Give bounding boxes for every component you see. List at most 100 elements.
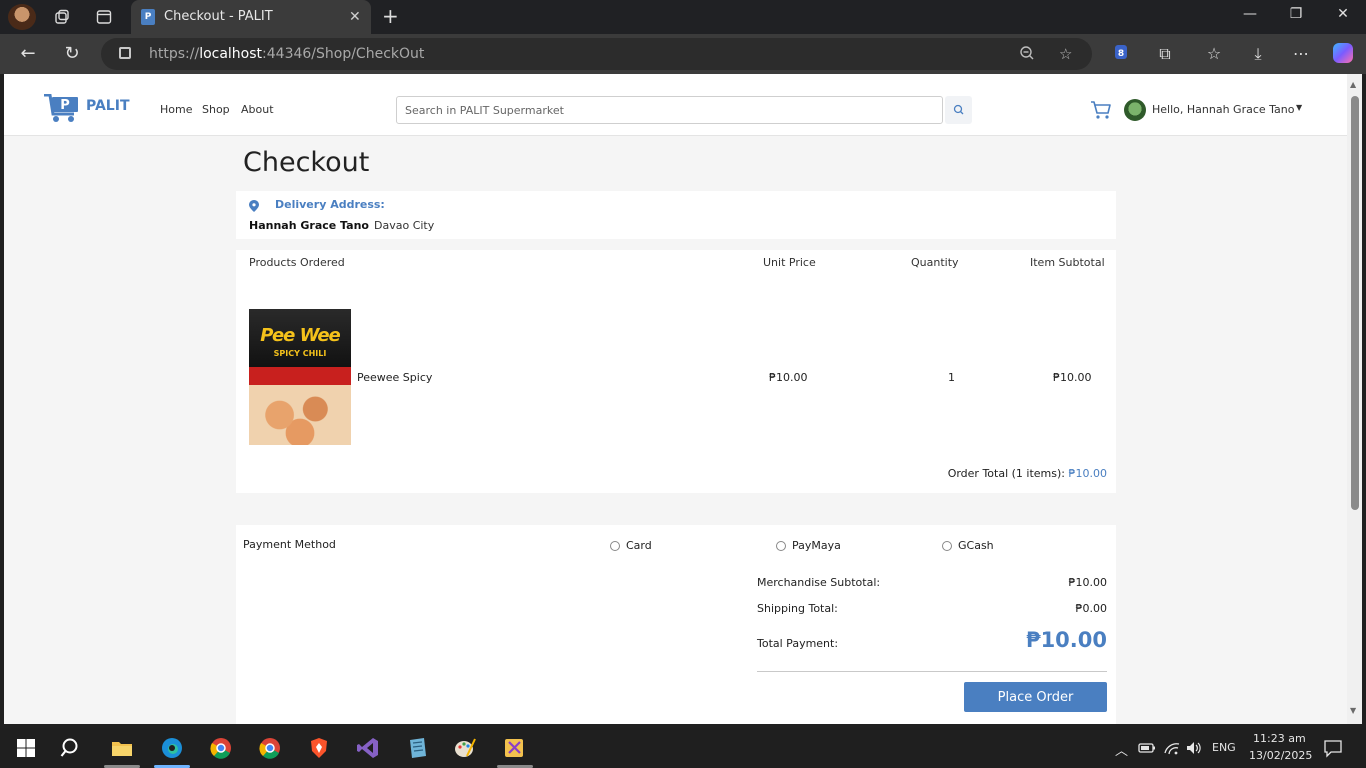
zoom-icon[interactable] [1019, 45, 1035, 65]
minimize-icon[interactable]: — [1239, 6, 1261, 22]
order-total-value: ₱10.00 [1068, 467, 1108, 480]
place-order-button[interactable]: Place Order [964, 682, 1107, 712]
tab-title: Checkout - PALIT [164, 9, 273, 24]
page-viewport: P PALIT Home Shop About Hello, Hannah Gr… [4, 74, 1347, 724]
site-header: P PALIT Home Shop About Hello, Hannah Gr… [4, 74, 1347, 136]
file-explorer-icon[interactable] [110, 736, 134, 760]
delivery-address-card: Delivery Address: Hannah Grace Tano Dava… [236, 191, 1116, 239]
search-taskbar-icon[interactable] [60, 736, 84, 760]
tab-close-icon[interactable]: ✕ [349, 9, 361, 25]
paint-app-icon[interactable] [453, 736, 477, 760]
clock-time[interactable]: 11:23 am [1253, 732, 1306, 745]
nav-link-about[interactable]: About [241, 103, 274, 116]
payment-option-card[interactable]: Card [610, 539, 652, 552]
product-unit-price: ₱10.00 [769, 371, 808, 384]
page-scrollbar[interactable]: ▲ ▼ [1347, 74, 1362, 724]
snipping-tool-icon[interactable] [503, 736, 527, 760]
nav-link-home[interactable]: Home [160, 103, 192, 116]
scroll-down-icon[interactable]: ▼ [1350, 706, 1356, 715]
lock-icon[interactable] [119, 47, 131, 59]
windows-taskbar: ︿ ENG 11:23 am 13/02/2025 [0, 728, 1366, 768]
scroll-up-icon[interactable]: ▲ [1350, 80, 1356, 89]
browser-profile-avatar[interactable] [8, 4, 36, 30]
package-brand-text: Pee Wee [260, 325, 341, 346]
payment-option-paymaya[interactable]: PayMaya [776, 539, 841, 552]
site-logo[interactable]: P PALIT [44, 90, 130, 130]
visual-studio-icon[interactable] [356, 736, 380, 760]
radio-card[interactable] [610, 540, 620, 551]
favorites-icon[interactable]: ☆ [1203, 44, 1225, 63]
chrome-icon[interactable] [209, 736, 233, 760]
clock-date[interactable]: 13/02/2025 [1249, 749, 1312, 762]
tab-favicon: P [141, 9, 155, 25]
payment-option-gcash[interactable]: GCash [942, 539, 994, 552]
nav-link-shop[interactable]: Shop [202, 103, 230, 116]
wifi-icon[interactable] [1163, 739, 1181, 757]
column-header-products: Products Ordered [249, 256, 345, 269]
copilot-icon[interactable] [1333, 43, 1353, 63]
column-header-unit-price: Unit Price [763, 256, 816, 269]
product-image: Pee Wee SPICY CHILI [249, 309, 351, 445]
language-indicator[interactable]: ENG [1212, 741, 1236, 754]
restore-icon[interactable]: ❐ [1285, 6, 1307, 22]
brave-browser-icon[interactable] [307, 736, 331, 760]
recipient-city: Davao City [374, 219, 435, 232]
window-close-icon[interactable]: ✕ [1332, 6, 1354, 22]
summary-divider [757, 671, 1107, 672]
user-avatar[interactable] [1124, 99, 1146, 121]
more-menu-icon[interactable]: ⋯ [1290, 44, 1312, 63]
page-title: Checkout [243, 147, 370, 178]
product-subtotal: ₱10.00 [1053, 371, 1092, 384]
chrome-profile-icon[interactable] [258, 736, 282, 760]
downloads-icon[interactable]: ⤓ [1247, 44, 1269, 64]
workspaces-icon[interactable] [48, 4, 76, 30]
browser-toolbar: ← ↻ https://localhost:44346/Shop/CheckOu… [0, 34, 1366, 74]
user-greeting[interactable]: Hello, Hannah Grace Tano [1152, 103, 1294, 116]
user-dropdown-caret-icon[interactable]: ▼ [1296, 103, 1302, 112]
order-total: Order Total (1 items): ₱10.00 [948, 467, 1107, 480]
refresh-icon[interactable]: ↻ [59, 42, 85, 66]
product-name: Peewee Spicy [357, 371, 433, 384]
radio-paymaya[interactable] [776, 540, 786, 551]
products-ordered-card: Products Ordered Unit Price Quantity Ite… [236, 250, 1116, 493]
address-bar[interactable]: https://localhost:44346/Shop/CheckOut ☆ [101, 38, 1092, 70]
product-quantity: 1 [948, 371, 955, 384]
extension-shield-icon[interactable]: 8 [1110, 44, 1132, 64]
order-total-label: Order Total (1 items): [947, 467, 1065, 480]
back-icon[interactable]: ← [15, 42, 41, 66]
shipping-total-value: ₱0.00 [1075, 602, 1108, 615]
search-input[interactable] [397, 97, 942, 123]
svg-text:8: 8 [1118, 49, 1124, 59]
search-button[interactable] [945, 96, 972, 124]
browser-tab-active[interactable]: P Checkout - PALIT ✕ [131, 0, 371, 34]
payment-card: Payment Method Card PayMaya GCash Mercha… [236, 525, 1116, 724]
scroll-thumb[interactable] [1351, 96, 1359, 510]
logo-cart-icon: P [44, 94, 78, 122]
total-payment-label: Total Payment: [757, 637, 839, 650]
show-hidden-icons-icon[interactable]: ︿ [1115, 740, 1128, 759]
vertical-tabs-icon[interactable] [90, 4, 118, 30]
windows-start-icon[interactable] [14, 736, 38, 760]
edge-browser-icon[interactable] [160, 736, 184, 760]
column-header-item-subtotal: Item Subtotal [1030, 256, 1105, 269]
total-payment-value: ₱10.00 [1025, 628, 1107, 652]
location-pin-icon [249, 200, 259, 212]
new-tab-icon[interactable]: + [382, 5, 399, 27]
delivery-address-label: Delivery Address: [275, 198, 385, 211]
search-icon [953, 104, 964, 115]
svg-text:P: P [60, 98, 70, 113]
column-header-quantity: Quantity [911, 256, 959, 269]
cart-icon[interactable] [1090, 100, 1112, 120]
extensions-puzzle-icon[interactable]: ⧉ [1154, 44, 1176, 64]
notifications-icon[interactable] [1323, 738, 1343, 758]
logo-text: PALIT [86, 98, 130, 114]
notes-app-icon[interactable] [405, 736, 429, 760]
package-flavor-text: SPICY CHILI [273, 349, 327, 358]
volume-icon[interactable] [1185, 739, 1203, 757]
radio-gcash[interactable] [942, 540, 952, 551]
merchandise-subtotal-label: Merchandise Subtotal: [757, 576, 881, 589]
address-url[interactable]: https://localhost:44346/Shop/CheckOut [149, 46, 424, 62]
battery-icon[interactable] [1138, 739, 1156, 757]
favorite-star-icon[interactable]: ☆ [1059, 45, 1072, 63]
merchandise-subtotal-value: ₱10.00 [1068, 576, 1108, 589]
